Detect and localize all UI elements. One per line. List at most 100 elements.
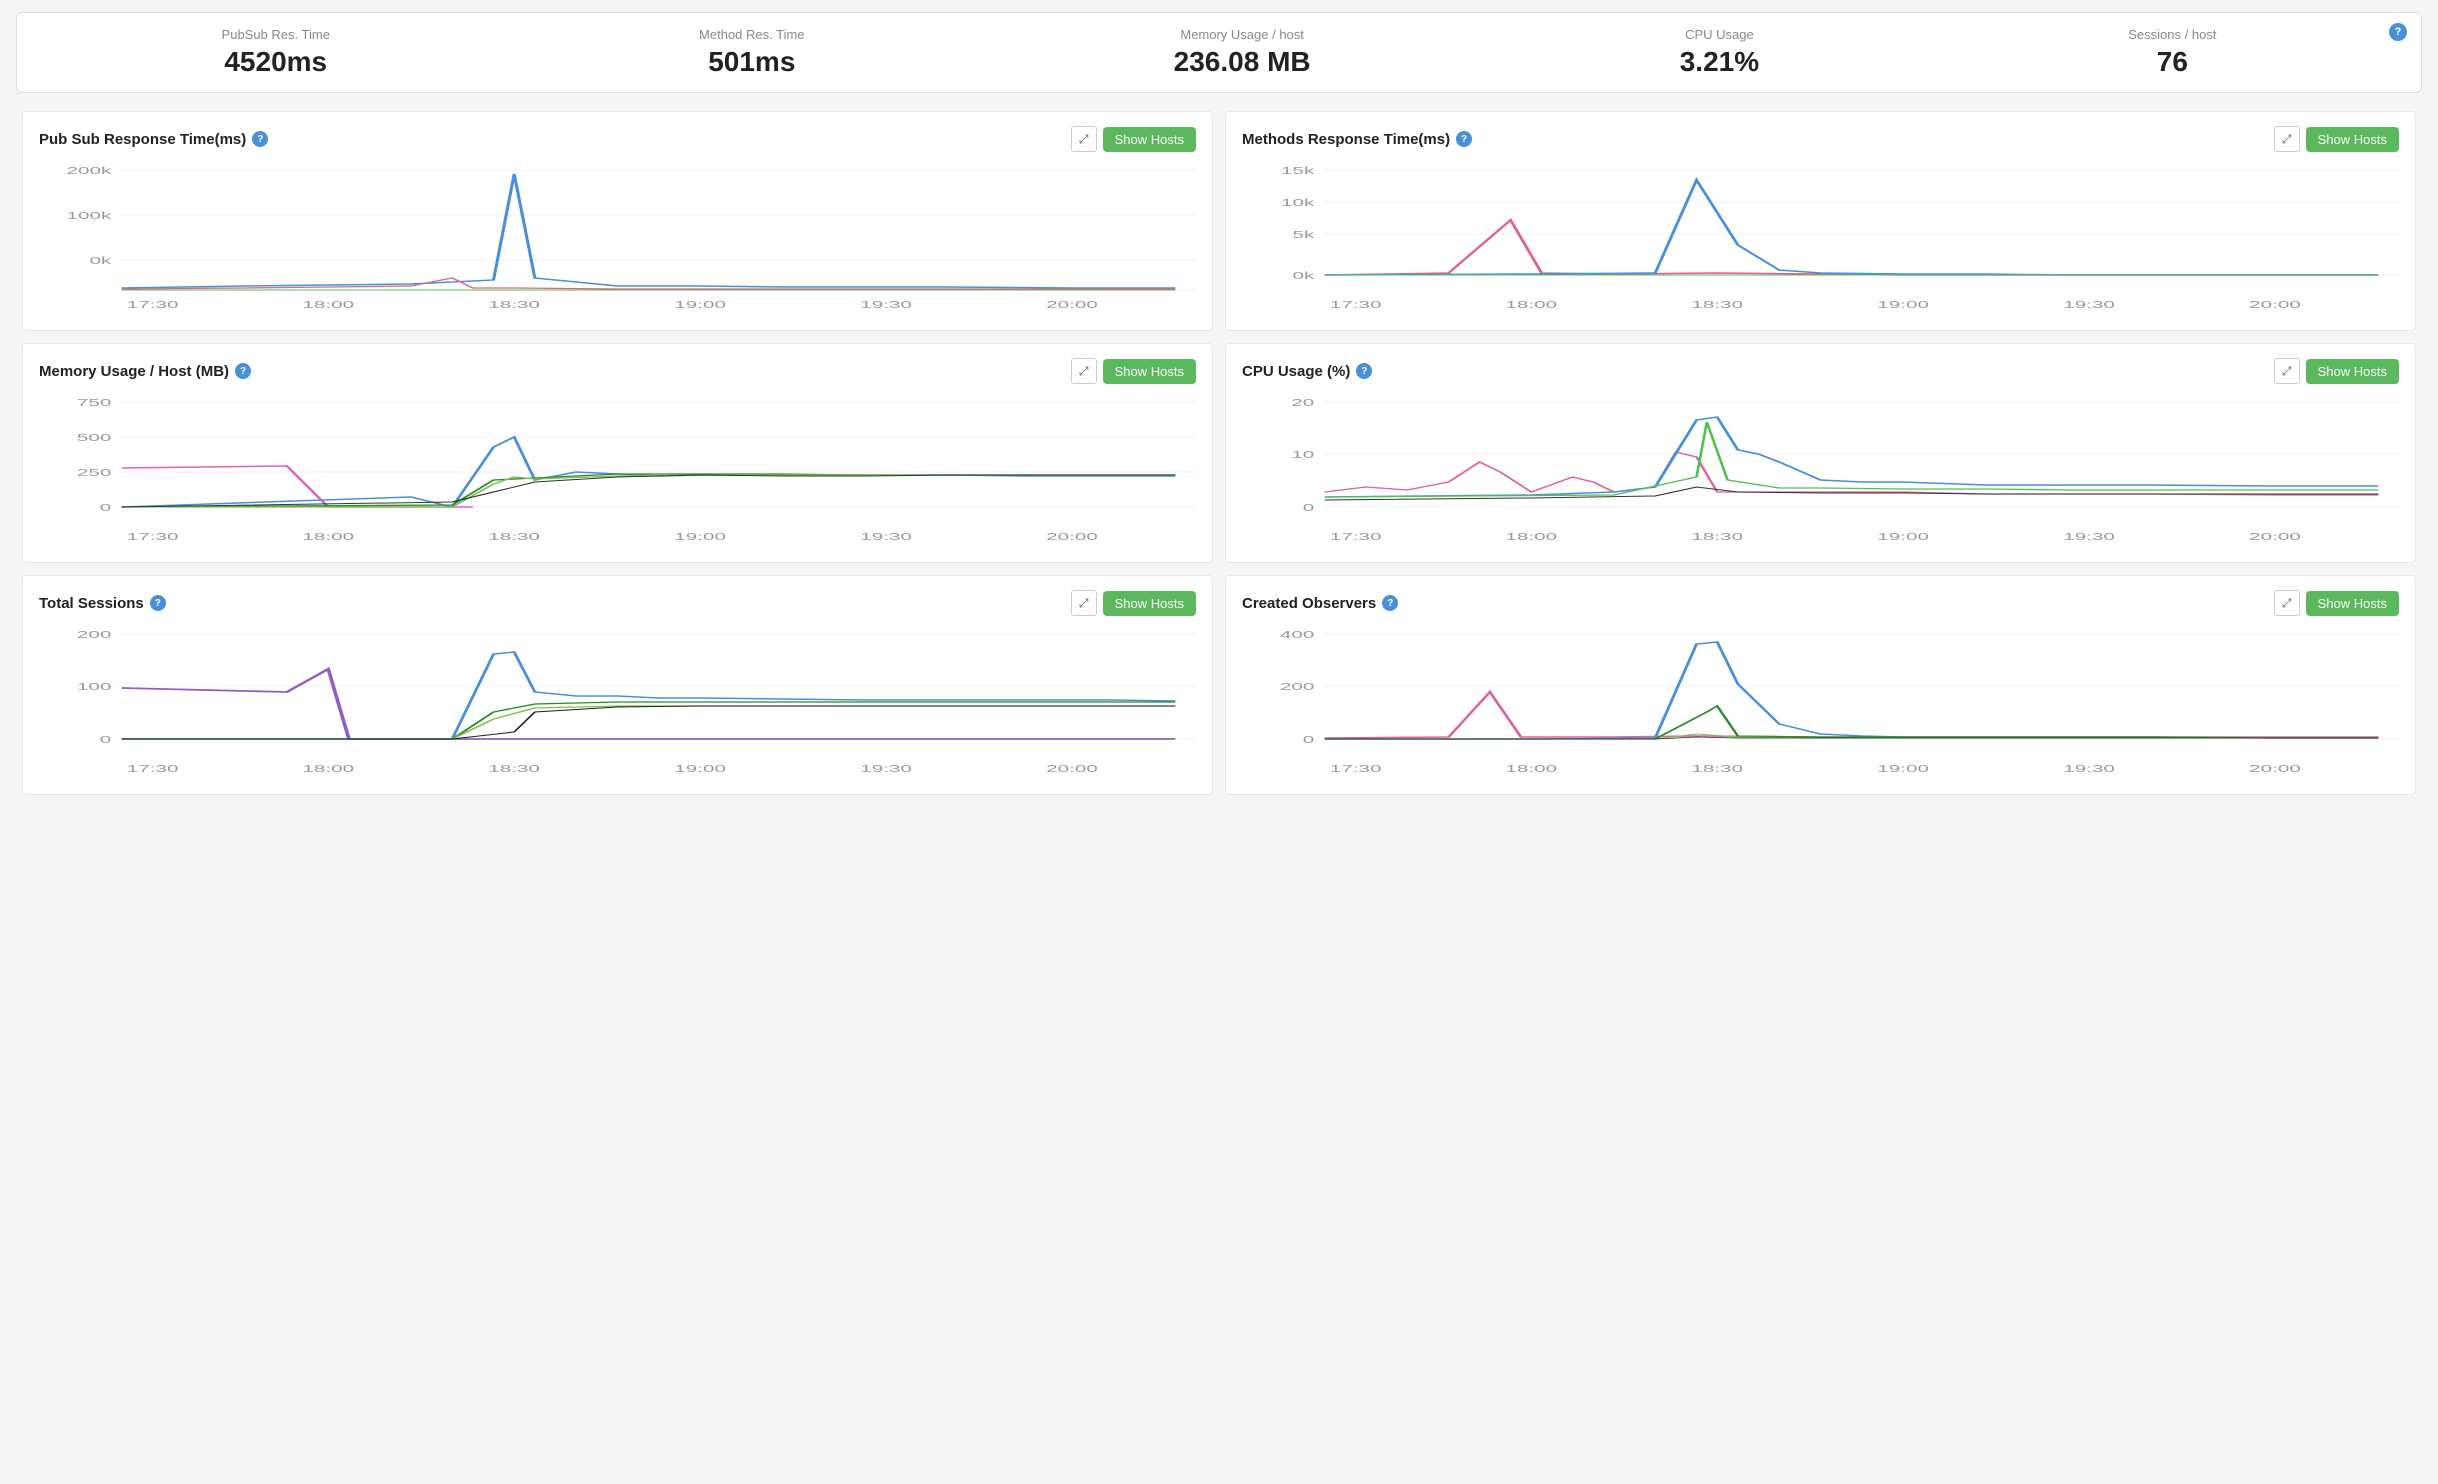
chart-methods-show-hosts-button[interactable]: Show Hosts — [2306, 127, 2399, 152]
stat-memory-label: Memory Usage / host — [1174, 27, 1311, 42]
chart-methods-title-group: Methods Response Time(ms) ? — [1242, 131, 1472, 148]
svg-text:100k: 100k — [67, 210, 113, 221]
stat-pubsub-value: 4520ms — [222, 46, 330, 78]
svg-text:18:30: 18:30 — [488, 763, 540, 774]
svg-text:18:00: 18:00 — [302, 531, 354, 542]
chart-cpu-expand-button[interactable]: ⤢ — [2274, 358, 2300, 384]
chart-pubsub-show-hosts-button[interactable]: Show Hosts — [1103, 127, 1196, 152]
svg-text:200k: 200k — [67, 165, 113, 176]
chart-observers-title-group: Created Observers ? — [1242, 595, 1398, 612]
svg-text:0: 0 — [1303, 502, 1314, 513]
chart-observers-help-icon[interactable]: ? — [1382, 595, 1398, 611]
svg-text:10k: 10k — [1281, 197, 1315, 208]
svg-text:20:00: 20:00 — [1046, 763, 1098, 774]
svg-text:0: 0 — [100, 734, 111, 745]
svg-text:18:00: 18:00 — [1505, 763, 1557, 774]
svg-text:17:30: 17:30 — [127, 531, 179, 542]
chart-sessions-expand-button[interactable]: ⤢ — [1071, 590, 1097, 616]
svg-text:18:30: 18:30 — [1691, 531, 1743, 542]
chart-observers-title: Created Observers — [1242, 595, 1376, 612]
chart-observers-area: 400 200 0 17:30 18:00 18:30 19:00 19:30 … — [1242, 624, 2399, 784]
svg-text:18:30: 18:30 — [488, 531, 540, 542]
chart-sessions-help-icon[interactable]: ? — [150, 595, 166, 611]
stat-pubsub-label: PubSub Res. Time — [222, 27, 330, 42]
chart-cpu-header: CPU Usage (%) ? ⤢ Show Hosts — [1242, 358, 2399, 384]
chart-cpu-svg: 20 10 0 17:30 18:00 18:30 19:00 19:30 20… — [1242, 392, 2399, 552]
chart-pubsub-controls: ⤢ Show Hosts — [1071, 126, 1196, 152]
chart-memory-expand-button[interactable]: ⤢ — [1071, 358, 1097, 384]
chart-sessions-title: Total Sessions — [39, 595, 144, 612]
svg-text:500: 500 — [77, 432, 111, 443]
charts-grid: Pub Sub Response Time(ms) ? ⤢ Show Hosts… — [0, 105, 2438, 817]
stat-cpu-label: CPU Usage — [1680, 27, 1759, 42]
chart-pubsub-title: Pub Sub Response Time(ms) — [39, 131, 246, 148]
svg-text:18:00: 18:00 — [302, 763, 354, 774]
chart-pubsub-svg: 200k 100k 0k 17:30 18:00 18:30 19:00 19:… — [39, 160, 1196, 320]
chart-memory-header: Memory Usage / Host (MB) ? ⤢ Show Hosts — [39, 358, 1196, 384]
svg-text:0k: 0k — [89, 255, 112, 266]
svg-text:20:00: 20:00 — [2249, 531, 2301, 542]
stat-method-value: 501ms — [699, 46, 805, 78]
svg-text:19:30: 19:30 — [860, 763, 912, 774]
svg-text:400: 400 — [1280, 629, 1314, 640]
chart-observers-svg: 400 200 0 17:30 18:00 18:30 19:00 19:30 … — [1242, 624, 2399, 784]
chart-sessions-area: 200 100 0 17:30 18:00 18:30 19:00 19:30 … — [39, 624, 1196, 784]
svg-text:17:30: 17:30 — [1330, 299, 1382, 310]
chart-observers-show-hosts-button[interactable]: Show Hosts — [2306, 591, 2399, 616]
svg-text:5k: 5k — [1292, 229, 1315, 240]
stat-memory: Memory Usage / host 236.08 MB — [1174, 27, 1311, 78]
svg-text:18:00: 18:00 — [1505, 531, 1557, 542]
chart-cpu-show-hosts-button[interactable]: Show Hosts — [2306, 359, 2399, 384]
stats-help-icon[interactable]: ? — [2389, 23, 2407, 41]
svg-text:17:30: 17:30 — [1330, 531, 1382, 542]
chart-pubsub-expand-button[interactable]: ⤢ — [1071, 126, 1097, 152]
stat-sessions-value: 76 — [2128, 46, 2216, 78]
svg-text:200: 200 — [1280, 681, 1314, 692]
chart-memory-title-group: Memory Usage / Host (MB) ? — [39, 363, 251, 380]
svg-text:17:30: 17:30 — [127, 299, 179, 310]
svg-text:10: 10 — [1291, 449, 1314, 460]
chart-cpu-area: 20 10 0 17:30 18:00 18:30 19:00 19:30 20… — [1242, 392, 2399, 552]
svg-text:20:00: 20:00 — [1046, 299, 1098, 310]
svg-text:100: 100 — [77, 681, 111, 692]
chart-methods-area: 15k 10k 5k 0k 17:30 18:00 18:30 19:00 19… — [1242, 160, 2399, 320]
svg-text:750: 750 — [77, 397, 111, 408]
chart-memory-show-hosts-button[interactable]: Show Hosts — [1103, 359, 1196, 384]
chart-memory-area: 750 500 250 0 17:30 18:00 18:30 19:00 19… — [39, 392, 1196, 552]
chart-cpu-controls: ⤢ Show Hosts — [2274, 358, 2399, 384]
svg-text:19:30: 19:30 — [2063, 531, 2115, 542]
svg-text:19:00: 19:00 — [674, 763, 726, 774]
stat-memory-value: 236.08 MB — [1174, 46, 1311, 78]
svg-text:19:30: 19:30 — [2063, 299, 2115, 310]
svg-text:17:30: 17:30 — [1330, 763, 1382, 774]
chart-pubsub-title-group: Pub Sub Response Time(ms) ? — [39, 131, 268, 148]
chart-methods-expand-button[interactable]: ⤢ — [2274, 126, 2300, 152]
svg-text:19:00: 19:00 — [1877, 531, 1929, 542]
svg-text:0: 0 — [1303, 734, 1314, 745]
chart-cpu-help-icon[interactable]: ? — [1356, 363, 1372, 379]
chart-methods-svg: 15k 10k 5k 0k 17:30 18:00 18:30 19:00 19… — [1242, 160, 2399, 320]
chart-pubsub-help-icon[interactable]: ? — [252, 131, 268, 147]
chart-observers: Created Observers ? ⤢ Show Hosts 400 200… — [1225, 575, 2416, 795]
svg-text:18:00: 18:00 — [302, 299, 354, 310]
svg-text:0: 0 — [100, 502, 111, 513]
chart-observers-controls: ⤢ Show Hosts — [2274, 590, 2399, 616]
chart-methods-title: Methods Response Time(ms) — [1242, 131, 1450, 148]
svg-text:19:00: 19:00 — [1877, 299, 1929, 310]
chart-sessions-show-hosts-button[interactable]: Show Hosts — [1103, 591, 1196, 616]
chart-methods-controls: ⤢ Show Hosts — [2274, 126, 2399, 152]
chart-sessions-header: Total Sessions ? ⤢ Show Hosts — [39, 590, 1196, 616]
svg-text:15k: 15k — [1281, 165, 1315, 176]
chart-methods-help-icon[interactable]: ? — [1456, 131, 1472, 147]
chart-memory-help-icon[interactable]: ? — [235, 363, 251, 379]
svg-text:20: 20 — [1291, 397, 1314, 408]
stat-sessions-label: Sessions / host — [2128, 27, 2216, 42]
chart-observers-expand-button[interactable]: ⤢ — [2274, 590, 2300, 616]
chart-methods-header: Methods Response Time(ms) ? ⤢ Show Hosts — [1242, 126, 2399, 152]
chart-observers-header: Created Observers ? ⤢ Show Hosts — [1242, 590, 2399, 616]
chart-pubsub-header: Pub Sub Response Time(ms) ? ⤢ Show Hosts — [39, 126, 1196, 152]
svg-text:19:30: 19:30 — [860, 531, 912, 542]
chart-cpu-title: CPU Usage (%) — [1242, 363, 1350, 380]
chart-sessions-controls: ⤢ Show Hosts — [1071, 590, 1196, 616]
chart-cpu: CPU Usage (%) ? ⤢ Show Hosts 20 10 0 17:… — [1225, 343, 2416, 563]
